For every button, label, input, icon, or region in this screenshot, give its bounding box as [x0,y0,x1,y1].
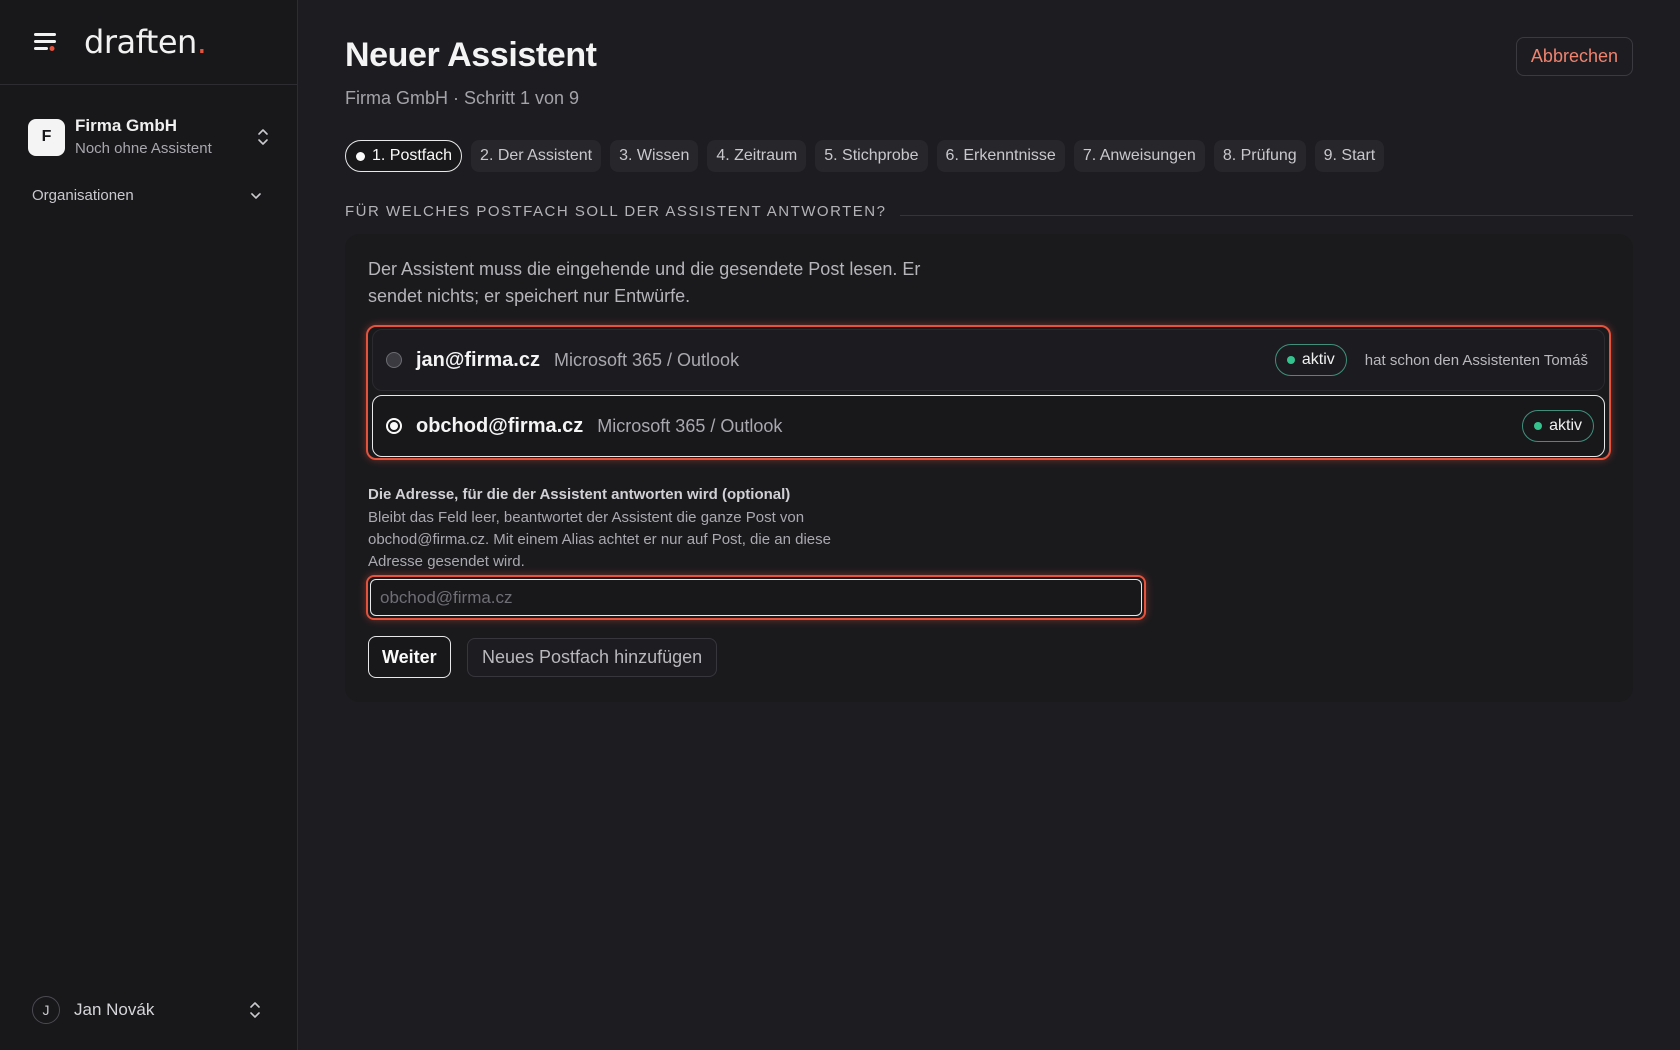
page-subtitle: Firma GmbH · Schritt 1 von 9 [345,88,580,108]
user-avatar: J [32,996,60,1024]
step-erkenntnisse[interactable]: 6. Erkenntnisse [936,140,1065,172]
step-wissen[interactable]: 3. Wissen [610,140,699,172]
step-zeitraum[interactable]: 4. Zeitraum [707,140,807,172]
wizard-steps: 1. Postfach 2. Der Assistent 3. Wissen 4… [345,140,1385,172]
status-dot-icon [1534,422,1543,430]
alias-field-label: Die Adresse, für die der Assistent antwo… [368,486,791,503]
radio-button-checked[interactable] [386,418,402,434]
nav-group-organisationen[interactable]: Organisationen [32,187,265,204]
user-menu[interactable]: J Jan Novák [32,996,269,1024]
org-name: Firma GmbH [75,116,178,135]
org-switcher[interactable]: F Firma GmbH Noch ohne Assistent [28,115,277,159]
page-title: Neuer Assistent [345,36,597,74]
app-logo[interactable]: draften. [84,23,207,61]
user-name: Jan Novák [74,1000,155,1019]
mailbox-provider: Microsoft 365 / Outlook [553,349,740,370]
org-subtitle: Noch ohne Assistent [75,140,212,157]
step-stichprobe[interactable]: 5. Stichprobe [815,140,928,172]
mailbox-note: hat schon den Assistenten Tomáš [1364,351,1588,369]
chevron-down-icon [251,192,261,199]
mailbox-provider: Microsoft 365 / Outlook [597,415,783,436]
step-pruefung[interactable]: 8. Prüfung [1213,140,1306,172]
step-start[interactable]: 9. Start [1314,140,1385,172]
next-button[interactable]: Weiter [368,636,451,678]
mailbox-options: jan@firma.cz Microsoft 365 / Outlook akt… [366,325,1611,460]
mailbox-option-selected[interactable]: obchod@firma.cz Microsoft 365 / Outlook … [372,395,1605,457]
brand-bar: draften. [0,0,297,85]
mailbox-option[interactable]: jan@firma.cz Microsoft 365 / Outlook akt… [372,329,1605,391]
alias-input[interactable] [370,579,1142,616]
status-badge: aktiv [1522,410,1594,442]
mailbox-address: jan@firma.cz [416,348,540,371]
step-postfach[interactable]: 1. Postfach [345,140,463,172]
mailbox-address: obchod@firma.cz [416,414,584,437]
org-avatar: F [28,118,65,156]
section-heading: FÜR WELCHES POSTFACH SOLL DER ASSISTENT … [345,203,1633,220]
card-intro: Der Assistent muss die eingehende und di… [368,259,921,306]
step-der-assistent[interactable]: 2. Der Assistent [471,140,602,172]
step-anweisungen[interactable]: 7. Anweisungen [1073,140,1205,172]
cancel-button[interactable]: Abbrechen [1515,37,1633,76]
nav-group-label: Organisationen [32,187,134,204]
status-badge: aktiv [1274,344,1347,376]
active-step-dot [356,151,365,161]
alias-input-wrapper [366,575,1146,620]
chevrons-up-down-icon [258,129,268,145]
add-mailbox-button[interactable]: Neues Postfach hinzufügen [467,638,718,677]
radio-button[interactable] [386,352,402,368]
mailbox-card: Der Assistent muss die eingehende und di… [345,234,1633,702]
divider [900,215,1633,216]
chevrons-up-down-icon [250,1002,260,1018]
status-dot-icon [1286,356,1295,364]
sidebar: draften. F Firma GmbH Noch ohne Assisten… [0,0,298,1050]
menu-icon[interactable] [32,30,60,54]
alias-field-help: Bleibt das Feld leer, beantwortet der As… [368,509,831,570]
